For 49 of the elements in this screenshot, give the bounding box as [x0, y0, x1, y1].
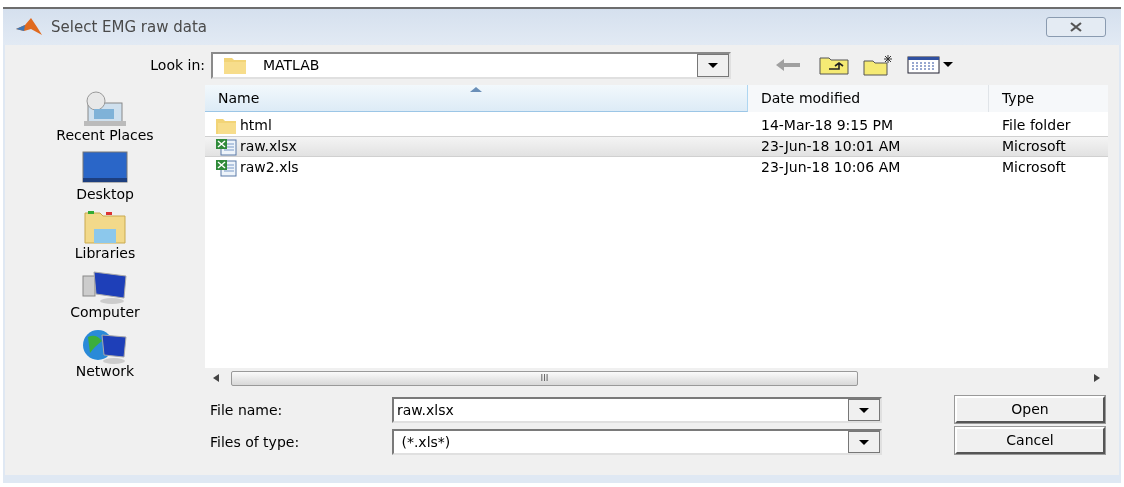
look-in-label: Look in: [149, 55, 205, 75]
column-header[interactable]: Type [989, 85, 1108, 112]
sidebar-item[interactable]: Recent Places [30, 89, 180, 148]
sidebar-item[interactable]: Libraries [30, 207, 180, 266]
file-row[interactable]: html 14-Mar-18 9:15 PM File folder [205, 115, 1108, 136]
file-row[interactable]: raw.xlsx 23-Jun-18 10:01 AM Microsoft [205, 136, 1108, 157]
folder-icon [215, 116, 237, 135]
close-icon [1069, 22, 1083, 32]
sidebar-item[interactable]: Desktop [30, 148, 180, 207]
file-name-label: File name: [209, 400, 284, 420]
dialog-button[interactable]: Open [955, 396, 1105, 423]
file-name: raw2.xls [240, 158, 299, 177]
sidebar-item[interactable]: Network [30, 325, 180, 384]
new-folder-icon[interactable] [863, 54, 895, 76]
file-name: html [240, 116, 272, 135]
scrollbar-thumb[interactable]: III [231, 370, 858, 386]
up-folder-icon[interactable] [819, 55, 849, 75]
dropdown-arrow-button[interactable] [848, 431, 880, 453]
dropdown-arrow-button[interactable] [697, 53, 729, 77]
column-header[interactable]: Date modified [748, 85, 989, 112]
matlab-logo-icon [15, 17, 43, 37]
type-cell-text: Microsoft [1001, 137, 1067, 156]
folder-icon [223, 55, 247, 75]
date-cell-text: 14-Mar-18 9:15 PM [760, 116, 895, 135]
file-name: raw.xlsx [240, 137, 297, 156]
date-cell-text: 23-Jun-18 10:06 AM [760, 158, 902, 177]
file-type-label: Files of type: [209, 432, 301, 452]
sort-arrow-icon [470, 87, 482, 92]
caret-icon [708, 62, 718, 68]
scroll-grip: III [540, 373, 549, 383]
caret-icon [859, 439, 869, 445]
look-in-dropdown[interactable]: MATLAB [211, 51, 731, 79]
file-name-field[interactable]: raw.xlsx [392, 397, 882, 423]
file-type-dropdown[interactable]: (*.xls*) [392, 429, 882, 455]
column-header[interactable]: Name [205, 85, 748, 112]
spreadsheet-icon [215, 137, 237, 156]
dropdown-arrow-button[interactable] [848, 399, 880, 421]
caret-icon [859, 407, 869, 413]
window-title: Select EMG raw data [51, 16, 208, 38]
sidebar-item[interactable]: Computer [30, 266, 180, 325]
type-cell-text: Microsoft [1001, 158, 1067, 177]
dialog-button[interactable]: Cancel [955, 427, 1105, 454]
scroll-left-icon[interactable] [213, 374, 219, 382]
spreadsheet-icon [215, 158, 237, 177]
close-button[interactable] [1046, 17, 1106, 37]
scroll-right-icon[interactable] [1094, 374, 1100, 382]
file-row[interactable]: raw2.xls 23-Jun-18 10:06 AM Microsoft [205, 157, 1108, 178]
type-cell-text: File folder [1001, 116, 1072, 135]
date-cell-text: 23-Jun-18 10:01 AM [760, 137, 902, 156]
